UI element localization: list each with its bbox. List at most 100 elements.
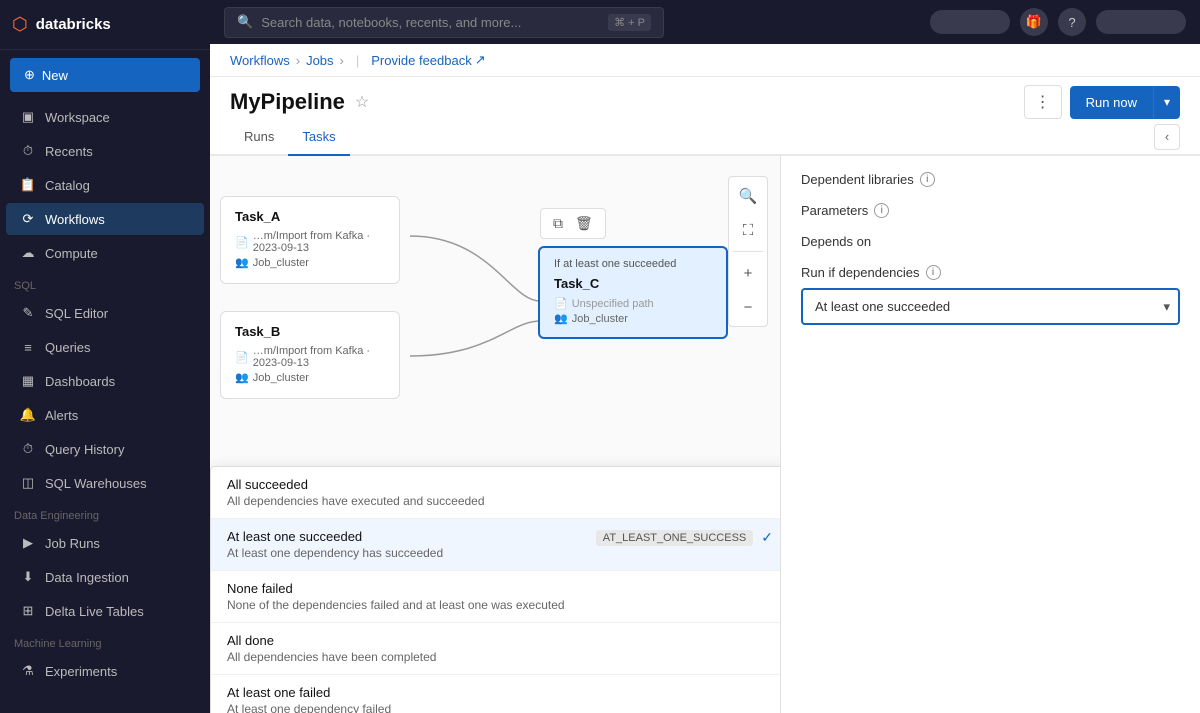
sidebar-item-dashboards[interactable]: ▦ Dashboards <box>6 365 204 397</box>
sidebar: ⬡ databricks ⊕ New ▣ Workspace ⏱ Recents… <box>0 0 210 713</box>
sidebar-item-job-runs[interactable]: ▶ Job Runs <box>6 527 204 559</box>
search-canvas-button[interactable]: 🔍 <box>733 181 763 211</box>
new-button[interactable]: ⊕ New <box>10 58 200 92</box>
sidebar-item-data-ingestion[interactable]: ⬇ Data Ingestion <box>6 561 204 593</box>
cluster-icon-c: 👥 <box>554 312 568 325</box>
pipeline-title-row: MyPipeline ☆ <box>230 89 369 115</box>
alerts-icon: 🔔 <box>20 407 36 423</box>
option-at-least-one-succeeded[interactable]: At least one succeeded At least one depe… <box>211 519 780 571</box>
task-c-cluster: 👥 Job_cluster <box>554 312 712 325</box>
workflows-icon: ⟳ <box>20 211 36 227</box>
option-row-at-least-one: At least one succeeded At least one depe… <box>227 529 773 560</box>
run-if-info-icon[interactable]: i <box>926 265 941 280</box>
breadcrumb-divider: | <box>356 53 359 68</box>
task-c-title: Task_C <box>554 276 712 291</box>
task-a-cluster: 👥 Job_cluster <box>235 256 385 269</box>
plus-icon: ⊕ <box>24 67 35 83</box>
sidebar-item-workspace[interactable]: ▣ Workspace <box>6 101 204 133</box>
run-now-group: Run now ▾ <box>1070 86 1180 119</box>
breadcrumb: Workflows › Jobs › | Provide feedback ↗ <box>210 44 1200 77</box>
sidebar-item-workflows[interactable]: ⟳ Workflows <box>6 203 204 235</box>
sql-editor-icon: ✎ <box>20 305 36 321</box>
breadcrumb-jobs[interactable]: Jobs <box>306 53 333 68</box>
task-a-card[interactable]: Task_A 📄 …m/Import from Kafka · 2023-09-… <box>220 196 400 284</box>
search-bar[interactable]: 🔍 Search data, notebooks, recents, and m… <box>224 7 664 38</box>
topbar-user-placeholder <box>1096 10 1186 34</box>
workspace-icon: ▣ <box>20 109 36 125</box>
right-panel: Dependent libraries i Parameters i Depen… <box>780 156 1200 713</box>
option-all-done[interactable]: All done All dependencies have been comp… <box>211 623 780 675</box>
sidebar-item-query-history[interactable]: ⏱ Query History <box>6 433 204 465</box>
ml-section-label: Machine Learning <box>0 628 210 654</box>
delta-live-tables-icon: ⊞ <box>20 603 36 619</box>
duplicate-task-button[interactable]: ⧉ <box>549 213 567 234</box>
external-link-icon: ↗ <box>475 52 486 68</box>
notebook-icon: 📄 <box>235 236 249 249</box>
sidebar-item-catalog[interactable]: 📋 Catalog <box>6 169 204 201</box>
sidebar-item-sql-warehouses[interactable]: ◫ SQL Warehouses <box>6 467 204 499</box>
sidebar-item-recents[interactable]: ⏱ Recents <box>6 135 204 167</box>
sidebar-item-delta-live-tables[interactable]: ⊞ Delta Live Tables <box>6 595 204 627</box>
queries-icon: ≡ <box>20 339 36 355</box>
tab-runs[interactable]: Runs <box>230 119 288 156</box>
experiments-icon: ⚗ <box>20 663 36 679</box>
task-c-actions: ⧉ 🗑 <box>540 208 606 239</box>
sidebar-item-queries[interactable]: ≡ Queries <box>6 331 204 363</box>
dependent-libraries-info-icon[interactable]: i <box>920 172 935 187</box>
topbar: 🔍 Search data, notebooks, recents, and m… <box>210 0 1200 44</box>
parameters-info-icon[interactable]: i <box>874 203 889 218</box>
job-runs-icon: ▶ <box>20 535 36 551</box>
help-icon[interactable]: ? <box>1058 8 1086 36</box>
cluster-icon-b: 👥 <box>235 371 249 384</box>
collapse-panel-button[interactable]: ‹ <box>1154 124 1180 150</box>
delete-task-button[interactable]: 🗑 <box>571 213 597 234</box>
task-b-cluster: 👥 Job_cluster <box>235 371 385 384</box>
task-b-title: Task_B <box>235 324 385 339</box>
feedback-link[interactable]: Provide feedback ↗ <box>371 52 485 68</box>
sidebar-item-alerts[interactable]: 🔔 Alerts <box>6 399 204 431</box>
star-icon[interactable]: ☆ <box>355 92 369 112</box>
option-none-failed[interactable]: None failed None of the dependencies fai… <box>211 571 780 623</box>
task-a-path: 📄 …m/Import from Kafka · 2023-09-13 <box>235 230 385 254</box>
option-all-succeeded[interactable]: All succeeded All dependencies have exec… <box>211 467 780 519</box>
more-options-button[interactable]: ⋮ <box>1024 85 1062 119</box>
run-if-label: Run if dependencies i <box>801 265 1180 280</box>
run-if-dropdown-popup: All succeeded All dependencies have exec… <box>210 466 780 713</box>
option-at-least-right: AT_LEAST_ONE_SUCCESS ✓ <box>588 529 773 546</box>
sql-warehouses-icon: ◫ <box>20 475 36 491</box>
depends-on-section: Depends on <box>801 234 1180 249</box>
tab-tasks[interactable]: Tasks <box>288 119 349 156</box>
task-c-card[interactable]: If at least one succeeded Task_C 📄 Unspe… <box>538 246 728 339</box>
depends-on-label: Depends on <box>801 234 1180 249</box>
sidebar-item-experiments[interactable]: ⚗ Experiments <box>6 655 204 687</box>
sidebar-header: ⬡ databricks <box>0 0 210 50</box>
data-ingestion-icon: ⬇ <box>20 569 36 585</box>
toolbar-divider <box>733 251 763 252</box>
task-b-card[interactable]: Task_B 📄 …m/Import from Kafka · 2023-09-… <box>220 311 400 399</box>
sidebar-item-sql-editor[interactable]: ✎ SQL Editor <box>6 297 204 329</box>
notebook-icon-c: 📄 <box>554 297 568 310</box>
zoom-out-button[interactable]: − <box>733 292 763 322</box>
canvas-area: Task_A 📄 …m/Import from Kafka · 2023-09-… <box>210 156 1200 713</box>
search-icon: 🔍 <box>237 14 253 30</box>
breadcrumb-workflows[interactable]: Workflows <box>230 53 290 68</box>
main-content: 🔍 Search data, notebooks, recents, and m… <box>210 0 1200 713</box>
option-at-least-one-failed[interactable]: At least one failed At least one depende… <box>211 675 780 713</box>
topbar-right: 🎁 ? <box>930 8 1186 36</box>
search-shortcut: ⌘ + P <box>608 14 651 31</box>
tasks-canvas[interactable]: Task_A 📄 …m/Import from Kafka · 2023-09-… <box>210 156 780 713</box>
app-brand: databricks <box>36 16 111 33</box>
run-now-dropdown-button[interactable]: ▾ <box>1153 86 1180 119</box>
task-b-path: 📄 …m/Import from Kafka · 2023-09-13 <box>235 345 385 369</box>
sidebar-item-compute[interactable]: ☁ Compute <box>6 237 204 269</box>
dependent-libraries-section: Dependent libraries i <box>801 172 1180 187</box>
gift-icon[interactable]: 🎁 <box>1020 8 1048 36</box>
run-if-select[interactable]: All succeeded At least one succeeded Non… <box>801 288 1180 325</box>
fit-view-button[interactable]: ⛶ <box>733 215 763 245</box>
sql-section-label: SQL <box>0 270 210 296</box>
zoom-in-button[interactable]: + <box>733 258 763 288</box>
run-if-dropdown-wrapper: All succeeded At least one succeeded Non… <box>801 288 1180 325</box>
option-at-least-text: At least one succeeded At least one depe… <box>227 529 443 560</box>
run-now-button[interactable]: Run now <box>1070 86 1153 119</box>
topbar-avatar-placeholder <box>930 10 1010 34</box>
